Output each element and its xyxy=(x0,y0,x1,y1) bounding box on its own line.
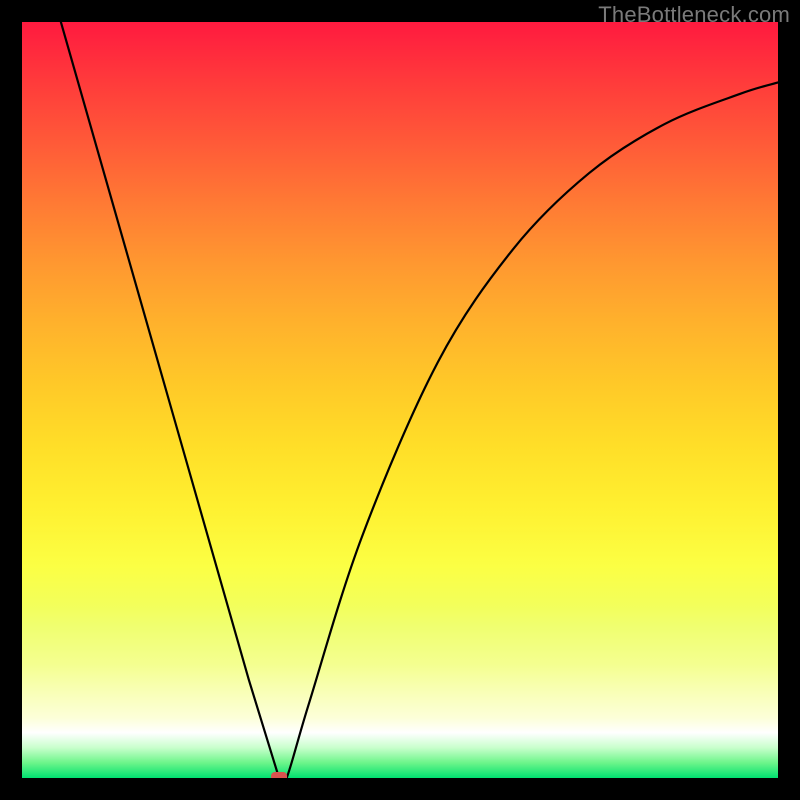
watermark-text: TheBottleneck.com xyxy=(598,2,790,28)
plot-area xyxy=(22,22,778,778)
curve-path xyxy=(22,22,778,778)
bottleneck-curve xyxy=(22,22,778,778)
minimum-marker xyxy=(271,772,287,778)
chart-frame: TheBottleneck.com xyxy=(0,0,800,800)
